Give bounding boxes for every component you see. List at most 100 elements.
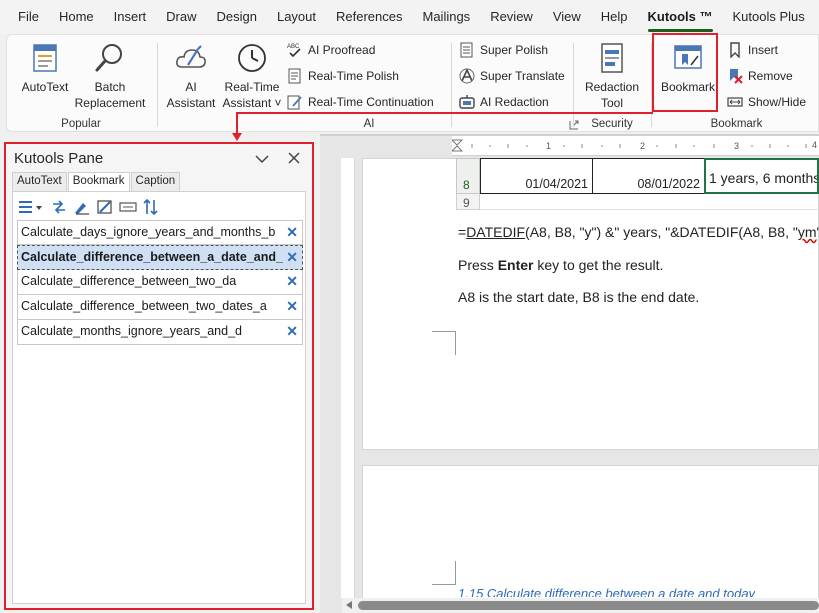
menu-tab-draw[interactable]: Draw <box>156 0 206 34</box>
remove-bookmark-icon[interactable]: ✕ <box>286 273 298 290</box>
super-translate-label: Super Translate <box>480 69 565 83</box>
sheet-row-numbers: 8 9 <box>456 158 480 212</box>
batch-label-2: Replacement <box>74 96 146 110</box>
formula-fn: DATEDIF <box>466 224 526 240</box>
batch-replacement-button[interactable]: Batch Replacement <box>73 39 147 111</box>
menu-tab-references[interactable]: References <box>326 0 412 34</box>
ai-redaction-button[interactable]: AI Redaction <box>459 91 549 113</box>
remove-bookmark-icon[interactable]: ✕ <box>286 224 298 241</box>
ai-proofread-label: AI Proofread <box>308 43 376 57</box>
show-hide-icon <box>727 94 743 110</box>
list-item[interactable]: Calculate_difference_between_two_da ✕ <box>17 270 303 295</box>
scroll-left-icon[interactable] <box>346 601 352 609</box>
remove-label: Remove <box>748 69 793 83</box>
bookmark-rename-icon[interactable] <box>96 198 114 216</box>
rt-assistant-label-1: Real-Time <box>224 80 280 94</box>
group-label-security: Security <box>591 118 633 130</box>
show-hide-bookmark-button[interactable]: Show/Hide <box>727 91 806 113</box>
vertical-ruler[interactable] <box>341 158 355 598</box>
ai-proofread-button[interactable]: ABC AI Proofread <box>287 39 375 61</box>
chevron-down-icon[interactable] <box>252 150 272 168</box>
super-polish-button[interactable]: Super Polish <box>459 39 548 61</box>
ai-assistant-label-1: AI <box>185 80 197 94</box>
tab-autotext[interactable]: AutoText <box>12 172 67 191</box>
cell-c8-value: 1 years, 6 months <box>709 170 819 186</box>
list-item[interactable]: Calculate_days_ignore_years_and_months_b… <box>17 220 303 245</box>
page-corner-mark <box>432 331 456 355</box>
insert-bookmark-button[interactable]: Insert <box>727 39 778 61</box>
menu-tab-review[interactable]: Review <box>480 0 543 34</box>
enter-key-text: Enter <box>497 257 534 273</box>
sort-icon[interactable] <box>142 198 160 216</box>
tab-caption[interactable]: Caption <box>130 172 181 191</box>
ai-redaction-label: AI Redaction <box>480 95 549 109</box>
insert-label: Insert <box>748 43 779 57</box>
cell-c8[interactable]: 1 years, 6 months <box>704 158 819 194</box>
bookmark-span-icon[interactable] <box>119 198 137 216</box>
show-hide-label: Show/Hide <box>748 95 807 109</box>
ribbon-separator <box>451 43 452 127</box>
batch-label-1: Batch <box>94 80 126 94</box>
ai-cloud-icon <box>174 41 208 75</box>
menu-tab-kutools-plus[interactable]: Kutools Plus <box>723 0 815 34</box>
menu-tab-design[interactable]: Design <box>207 0 267 34</box>
real-time-continuation-button[interactable]: Real-Time Continuation <box>287 91 434 113</box>
remove-bookmark-icon[interactable]: ✕ <box>286 249 298 266</box>
row-number-9: 9 <box>463 196 470 210</box>
scroll-thumb[interactable] <box>358 601 819 610</box>
group-security: Redaction Tool Security <box>575 35 649 133</box>
tab-bookmark[interactable]: Bookmark <box>67 172 130 191</box>
explain-line[interactable]: A8 is the start date, B8 is the end date… <box>458 289 699 305</box>
redaction-tool-button[interactable]: Redaction Tool <box>579 39 645 111</box>
press-rest-text: key to get the result. <box>533 257 664 273</box>
ai-assistant-button[interactable]: AI Assistant <box>163 39 219 111</box>
clock-icon <box>235 41 269 75</box>
real-time-continuation-label: Real-Time Continuation <box>308 95 434 109</box>
redaction-label-2: Tool <box>600 96 623 110</box>
cell-a8[interactable]: 01/04/2021 <box>480 158 593 194</box>
document-page-2[interactable] <box>362 465 819 605</box>
menu-tab-view[interactable]: View <box>543 0 591 34</box>
list-item[interactable]: Calculate_difference_between_two_dates_a… <box>17 295 303 320</box>
callout-arrow <box>232 133 242 141</box>
group-label-ai: AI <box>363 118 375 130</box>
remove-bookmark-icon[interactable]: ✕ <box>286 323 298 340</box>
close-icon[interactable] <box>284 150 304 168</box>
menu-tab-insert[interactable]: Insert <box>104 0 157 34</box>
refresh-icon[interactable] <box>50 198 68 216</box>
cell-b8[interactable]: 08/01/2022 <box>592 158 705 194</box>
real-time-polish-button[interactable]: Real-Time Polish <box>287 65 399 87</box>
ruler-mark: 1 <box>546 141 551 151</box>
remove-bookmark-icon[interactable]: ✕ <box>286 298 298 315</box>
next-heading[interactable]: 1.15 Calculate difference between a date… <box>458 586 755 597</box>
menu-tab-home[interactable]: Home <box>49 0 104 34</box>
super-polish-icon <box>459 42 475 58</box>
menu-tab-file[interactable]: File <box>8 0 49 34</box>
menu-tab-kutools[interactable]: Kutools ™ <box>638 0 723 34</box>
cell-a8-value: 01/04/2021 <box>525 177 588 191</box>
autotext-icon <box>28 41 62 75</box>
super-translate-button[interactable]: Super Translate <box>459 65 565 87</box>
group-popular: AutoText Batch Replacement Popular <box>7 35 155 133</box>
press-enter-line[interactable]: Press Enter key to get the result. <box>458 257 663 273</box>
remove-bookmark-button[interactable]: Remove <box>727 65 793 87</box>
horizontal-ruler[interactable]: 1 2 3 <box>452 136 819 156</box>
ribbon-separator <box>573 43 574 127</box>
ai-assistant-label-2: Assistant <box>166 96 216 110</box>
autotext-button[interactable]: AutoText <box>15 39 75 95</box>
ruler-left-margin <box>341 136 452 156</box>
formula-line[interactable]: =DATEDIF(A8, B8, "y") &" years, "&DATEDI… <box>458 224 819 240</box>
real-time-polish-label: Real-Time Polish <box>308 69 399 83</box>
polish-doc-icon <box>287 68 303 84</box>
list-item[interactable]: Calculate_months_ignore_years_and_d ✕ <box>17 320 303 345</box>
real-time-assistant-button[interactable]: Real-Time Assistant ˅ <box>221 39 283 111</box>
menu-tab-mailings[interactable]: Mailings <box>413 0 481 34</box>
list-menu-icon[interactable] <box>17 198 45 216</box>
bookmark-edit-icon[interactable] <box>73 198 91 216</box>
formula-prefix: = <box>458 224 467 240</box>
group-label-bookmark: Bookmark <box>710 118 763 130</box>
horizontal-scrollbar[interactable] <box>342 598 819 613</box>
menu-tab-layout[interactable]: Layout <box>267 0 326 34</box>
menu-tab-help[interactable]: Help <box>591 0 638 34</box>
list-item[interactable]: Calculate_difference_between_a_date_and_… <box>17 245 303 270</box>
